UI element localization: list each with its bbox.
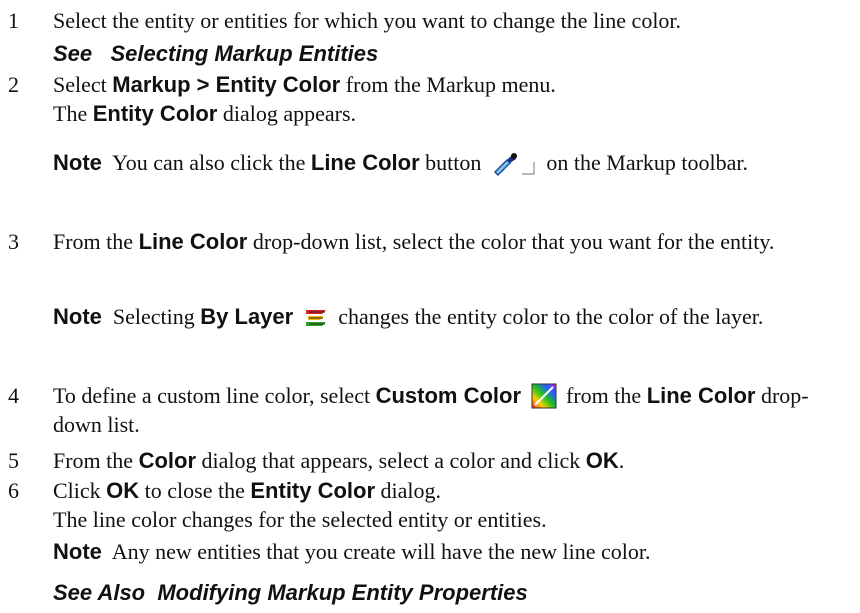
step-text: Click OK to close the Entity Color dialo… — [53, 478, 442, 503]
see-also-label: See Also — [53, 580, 146, 605]
note-label: Note — [53, 539, 102, 564]
step-number: 4 — [8, 383, 19, 408]
step-text: From the Line Color drop-down list, sele… — [53, 229, 775, 254]
step-text: Select the entity or entities for which … — [53, 8, 682, 33]
step-text: Select Markup > Entity Color from the Ma… — [53, 72, 556, 97]
step-text: From the Color dialog that appears, sele… — [53, 448, 625, 473]
see-label: See — [53, 41, 93, 66]
custom-color-icon — [531, 383, 557, 409]
step-number: 5 — [8, 448, 19, 473]
dialog-name: Color — [138, 448, 197, 473]
step-number: 3 — [8, 229, 19, 254]
dialog-name: Entity Color — [92, 101, 218, 126]
step-text: To define a custom line color, select Cu… — [53, 383, 809, 437]
step-result: The Entity Color dialog appears. — [53, 101, 357, 126]
step-number: 1 — [8, 8, 19, 33]
step-number: 2 — [8, 72, 19, 97]
see-also: See Also Modifying Markup Entity Propert… — [53, 578, 528, 607]
step-number: 6 — [8, 478, 19, 503]
step-result: The line color changes for the selected … — [53, 507, 547, 532]
note-line-color-button: Note You can also click the Line Color b… — [53, 150, 749, 176]
see-also-link-modifying-markup-entity-properties[interactable]: Modifying Markup Entity Properties — [157, 580, 527, 605]
menu-path: Markup > Entity Color — [112, 72, 341, 97]
note-new-entities: Note Any new entities that you create wi… — [53, 539, 651, 564]
dialog-name: Entity Color — [250, 478, 376, 503]
note-by-layer: Note Selecting By Layer changes the enti… — [53, 304, 764, 329]
note-label: Note — [53, 304, 102, 329]
list-name: Line Color — [138, 229, 248, 254]
eyedropper-line-color-icon — [491, 151, 535, 176]
button-name: OK — [106, 478, 140, 503]
button-name: Line Color — [310, 150, 420, 175]
button-name: OK — [585, 448, 619, 473]
option-name: By Layer — [200, 304, 294, 329]
option-name: Custom Color — [375, 383, 522, 408]
document-page: { "steps": [ { "num": "1", "line1": "Sel… — [0, 0, 860, 613]
list-name: Line Color — [646, 383, 756, 408]
see-link-selecting-markup-entities[interactable]: Selecting Markup Entities — [111, 41, 379, 66]
by-layer-icon — [305, 310, 326, 326]
note-label: Note — [53, 150, 102, 175]
